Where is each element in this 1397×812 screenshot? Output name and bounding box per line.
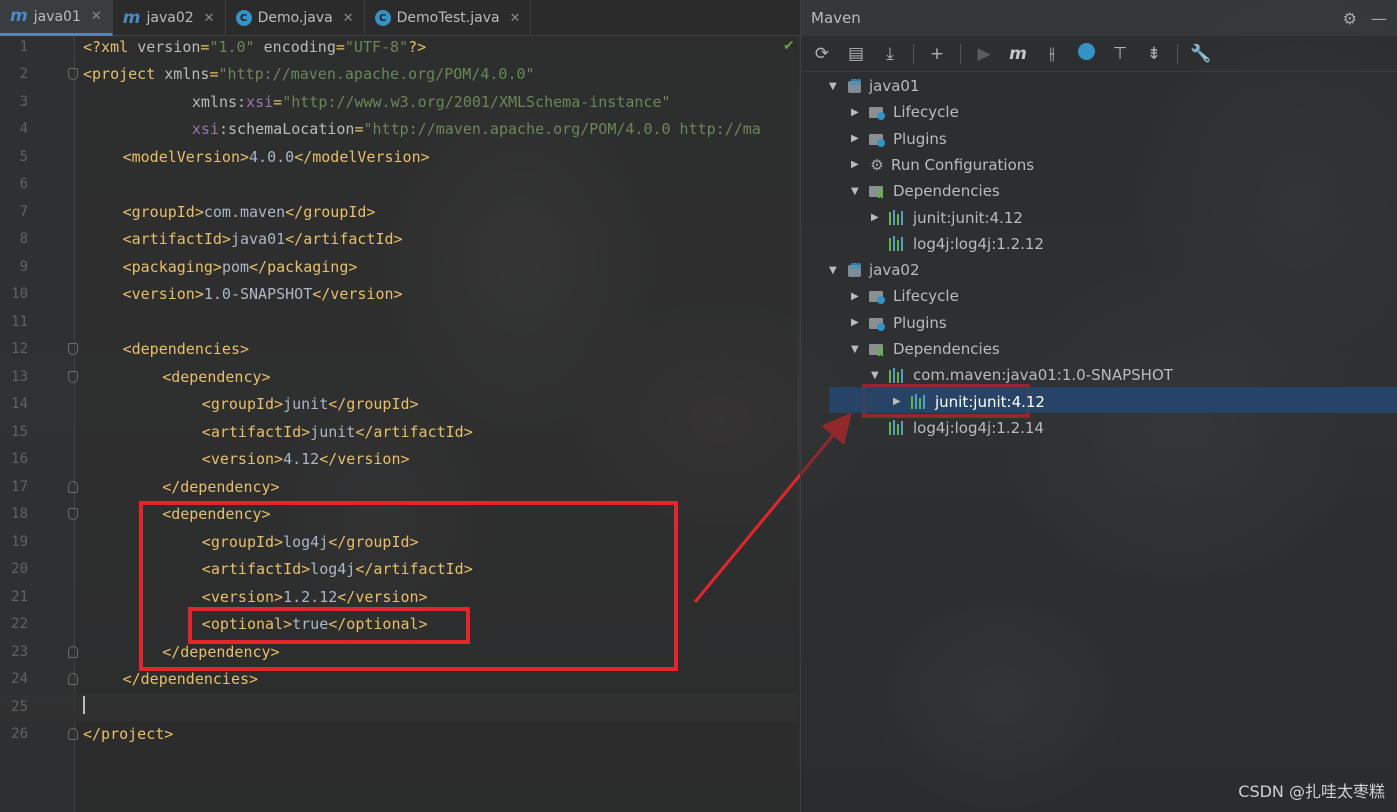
tree-node-dependencies[interactable]: ▼ Dependencies: [851, 336, 1000, 362]
tree-node-label: junit:junit:4.12: [935, 392, 1045, 411]
folder-gear-icon: [869, 315, 887, 331]
show-dependencies-icon[interactable]: ⊤: [1109, 44, 1131, 64]
chevron-right-icon[interactable]: ▶: [851, 291, 863, 302]
tree-node-run-configurations[interactable]: ▶ ⚙ Run Configurations: [851, 152, 1034, 178]
tree-node-log4j-log4j-1-2-12[interactable]: log4j:log4j:1.2.12: [871, 231, 1044, 257]
chevron-right-icon[interactable]: ▶: [851, 317, 863, 328]
chevron-right-icon[interactable]: ▶: [851, 159, 863, 170]
tree-node-plugins[interactable]: ▶ Plugins: [851, 310, 947, 336]
dependencies-folder-icon: [869, 341, 887, 357]
settings-gear-icon[interactable]: ⚙: [1343, 9, 1357, 28]
tree-node-dependencies[interactable]: ▼ Dependencies: [851, 178, 1000, 204]
chevron-down-icon[interactable]: ▼: [829, 81, 841, 92]
tree-node-lifecycle[interactable]: ▶ Lifecycle: [851, 283, 959, 309]
tree-node-label: Plugins: [893, 129, 947, 148]
dependencies-folder-icon: [869, 183, 887, 199]
tree-node-java02[interactable]: ▼ java02: [829, 257, 920, 283]
tree-node-plugins[interactable]: ▶ Plugins: [851, 126, 947, 152]
chevron-down-icon[interactable]: ▼: [851, 186, 863, 197]
library-icon: [889, 367, 907, 383]
chevron-down-icon[interactable]: ▼: [829, 265, 841, 276]
chevron-right-icon[interactable]: ▶: [851, 133, 863, 144]
maven-header: Maven ⚙ —: [801, 0, 1397, 36]
generate-sources-icon[interactable]: ▤: [845, 44, 867, 64]
tree-node-label: junit:junit:4.12: [913, 208, 1023, 227]
maven-tool-window: Maven ⚙ — ⟳ ▤ ⤓ + ▶ m ⫲ ⊤ ⇟ 🔧 ▼ java01 ▶ Li…: [800, 0, 1397, 812]
tree-node-label: Run Configurations: [891, 155, 1035, 174]
tree-node-label: Dependencies: [893, 340, 1000, 358]
chevron-right-icon[interactable]: ▶: [871, 212, 883, 223]
skip-tests-icon[interactable]: [1075, 42, 1097, 65]
folder-gear-icon: [869, 104, 887, 121]
tree-node-label: com.maven:java01:1.0-SNAPSHOT: [913, 366, 1173, 385]
add-icon[interactable]: +: [926, 44, 948, 64]
chevron-right-icon[interactable]: ▶: [893, 396, 905, 407]
maven-module-icon: [847, 75, 863, 94]
library-icon: [889, 420, 907, 436]
collapse-all-icon[interactable]: ⇟: [1143, 44, 1165, 64]
tree-node-label: Lifecycle: [893, 103, 959, 122]
tree-node-junit-junit-4-12[interactable]: ▶ junit:junit:4.12: [871, 205, 1023, 231]
wrench-icon[interactable]: 🔧: [1190, 44, 1212, 64]
tree-node-label: log4j:log4j:1.2.14: [913, 418, 1044, 437]
tree-node-label: Plugins: [893, 313, 947, 332]
run-icon[interactable]: ▶: [973, 44, 995, 64]
maven-title: Maven: [811, 9, 861, 27]
tree-node-log4j-log4j-1-2-14[interactable]: log4j:log4j:1.2.14: [871, 415, 1044, 441]
maven-toolbar: ⟳ ▤ ⤓ + ▶ m ⫲ ⊤ ⇟ 🔧: [801, 36, 1397, 72]
gear-icon: ⚙: [870, 155, 884, 174]
toolbar-separator: [960, 43, 961, 64]
tree-node-lifecycle[interactable]: ▶ Lifecycle: [851, 99, 959, 125]
library-icon: [911, 394, 929, 410]
tree-node-label: log4j:log4j:1.2.12: [913, 234, 1044, 253]
folder-gear-icon: [869, 288, 887, 305]
toggle-offline-icon[interactable]: ⫲: [1041, 44, 1063, 64]
chevron-right-icon[interactable]: ▶: [851, 107, 863, 118]
tree-node-junit-junit-4-12[interactable]: ▶ junit:junit:4.12: [893, 389, 1045, 415]
library-icon: [889, 210, 907, 225]
tree-node-label: java02: [869, 261, 920, 280]
tree-node-label: Lifecycle: [893, 287, 959, 306]
tree-node-label: java01: [869, 77, 920, 95]
tree-node-label: Dependencies: [893, 182, 1000, 201]
hide-panel-icon[interactable]: —: [1371, 9, 1387, 28]
reload-icon[interactable]: ⟳: [811, 44, 833, 64]
execute-goal-icon[interactable]: m: [1007, 44, 1029, 64]
folder-gear-icon: [869, 131, 887, 147]
toolbar-separator: [913, 43, 914, 64]
tree-node-com-maven-java01-1-0-snapshot[interactable]: ▼ com.maven:java01:1.0-SNAPSHOT: [871, 362, 1173, 388]
download-icon[interactable]: ⤓: [879, 44, 901, 64]
chevron-down-icon[interactable]: ▼: [851, 344, 863, 355]
watermark: CSDN @扎哇太枣糕: [1238, 782, 1385, 801]
maven-module-icon: [847, 259, 863, 278]
chevron-down-icon[interactable]: ▼: [871, 370, 883, 381]
tree-node-java01[interactable]: ▼ java01: [829, 73, 920, 99]
library-icon: [889, 236, 907, 252]
toolbar-separator: [1177, 43, 1178, 64]
